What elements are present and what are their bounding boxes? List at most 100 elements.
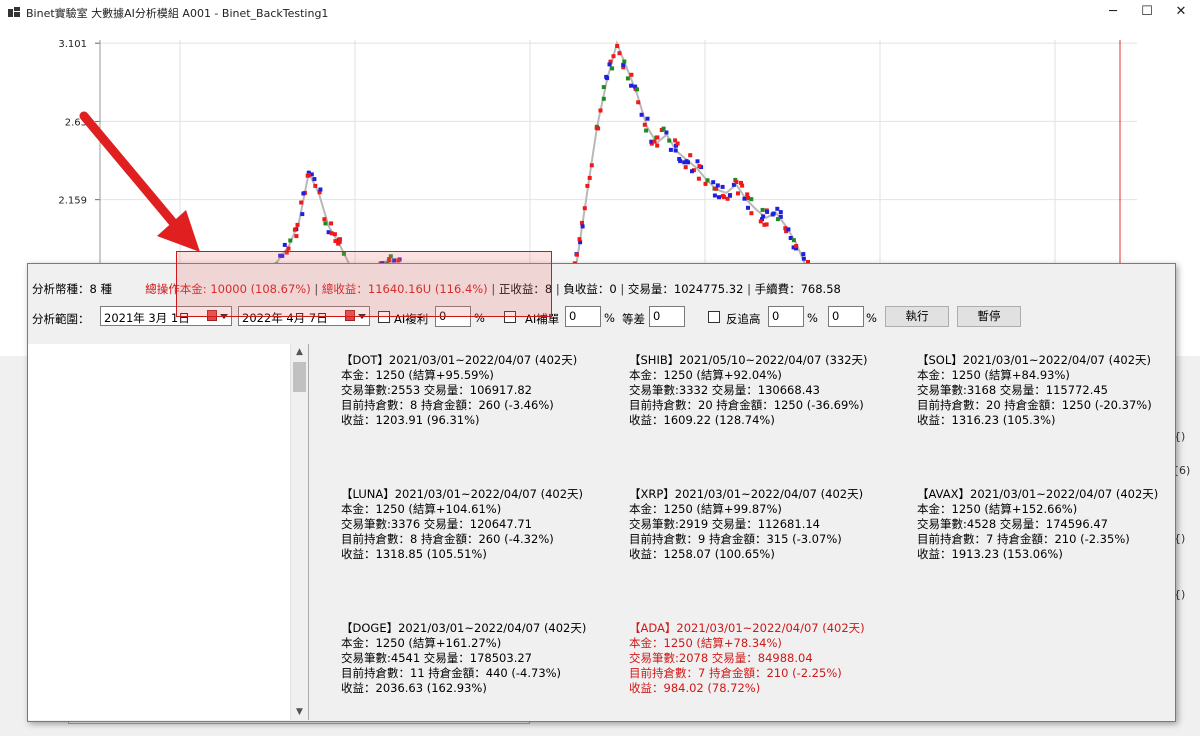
trade-marker xyxy=(667,138,672,143)
card-header: 【DOGE】2021/03/01~2022/04/07 (402天) xyxy=(341,621,587,635)
scroll-down-icon[interactable]: ▼ xyxy=(291,704,308,720)
scroll-up-icon[interactable]: ▲ xyxy=(291,344,308,360)
trade-marker xyxy=(742,196,747,201)
trade-marker xyxy=(690,169,694,174)
pause-button[interactable]: 暫停 xyxy=(957,306,1021,327)
trade-marker xyxy=(639,112,644,117)
coin-list[interactable]: ▲ ▼ xyxy=(28,344,309,720)
card-line: 交易筆數:4528 交易量：174596.47 xyxy=(917,517,1108,531)
scroll-thumb[interactable] xyxy=(293,362,306,392)
card-line: 收益：984.02 (78.72%) xyxy=(629,681,761,695)
trade-marker xyxy=(764,222,769,227)
ai-add-input[interactable]: 0 xyxy=(565,306,601,327)
coin-count: 分析幣種：8 種 xyxy=(32,282,112,296)
card-line: 目前持倉數：8 持倉金額：260 (-3.46%) xyxy=(341,398,554,412)
trade-marker xyxy=(677,157,682,161)
reverse-chase-input-1[interactable]: 0 xyxy=(768,306,804,327)
trade-marker xyxy=(301,191,306,196)
trade-marker xyxy=(770,212,775,217)
card-line: 交易筆數:3332 交易量：130668.43 xyxy=(629,383,820,397)
list-scrollbar[interactable]: ▲ ▼ xyxy=(290,344,308,720)
trade-marker xyxy=(664,130,669,135)
minimize-button[interactable]: ─ xyxy=(1096,0,1130,24)
equal-diff-input[interactable]: 0 xyxy=(649,306,685,327)
trade-marker xyxy=(661,126,666,131)
trade-marker xyxy=(622,59,627,64)
card-line: 收益：1316.23 (105.3%) xyxy=(917,413,1056,427)
card-line: 目前持倉數：11 持倉金額：440 (-4.73%) xyxy=(341,666,562,680)
run-button[interactable]: 執行 xyxy=(885,306,949,327)
reverse-chase-input-2[interactable]: 0 xyxy=(828,306,864,327)
card-header: 【SHIB】2021/05/10~2022/04/07 (332天) xyxy=(629,353,868,367)
card-header: 【AVAX】2021/03/01~2022/04/07 (402天) xyxy=(917,487,1159,501)
result-card-doge: 【DOGE】2021/03/01~2022/04/07 (402天) 本金：12… xyxy=(341,621,586,696)
trade-marker xyxy=(761,214,766,219)
result-card-luna: 【LUNA】2021/03/01~2022/04/07 (402天) 本金：12… xyxy=(341,487,583,562)
result-card-shib: 【SHIB】2021/05/10~2022/04/07 (332天) 本金：12… xyxy=(629,353,868,428)
card-line: 收益：2036.63 (162.93%) xyxy=(341,681,487,695)
trade-marker xyxy=(306,173,311,178)
trade-marker xyxy=(582,206,587,211)
trade-marker xyxy=(337,239,342,244)
reverse-chase-label: 反追高 xyxy=(726,312,761,326)
trade-marker xyxy=(652,139,657,144)
trade-marker xyxy=(587,175,592,180)
result-card-ada: 【ADA】2021/03/01~2022/04/07 (402天) 本金：125… xyxy=(629,621,865,696)
trade-marker xyxy=(596,126,601,131)
trade-marker xyxy=(610,66,615,71)
y-tick-label: 2.159 xyxy=(58,196,87,207)
trade-marker xyxy=(668,147,673,152)
trade-marker xyxy=(322,217,327,222)
trade-marker xyxy=(601,85,606,90)
trade-marker xyxy=(617,51,622,56)
trade-marker xyxy=(746,205,750,210)
trade-marker xyxy=(295,222,300,227)
trade-marker xyxy=(313,183,318,188)
result-card-avax: 【AVAX】2021/03/01~2022/04/07 (402天) 本金：12… xyxy=(917,487,1158,562)
trade-marker xyxy=(611,54,616,59)
trade-marker xyxy=(734,180,739,184)
trade-marker xyxy=(574,252,579,257)
trade-marker xyxy=(695,159,700,164)
y-tick-label: 2.63 xyxy=(65,117,87,128)
trade-marker xyxy=(715,183,720,188)
trade-marker xyxy=(765,209,770,214)
reverse-chase-checkbox[interactable] xyxy=(708,311,720,323)
trade-marker xyxy=(635,87,639,92)
trade-marker xyxy=(794,244,799,248)
card-line: 目前持倉數：8 持倉金額：260 (-4.32%) xyxy=(341,532,554,546)
trade-marker xyxy=(323,221,328,226)
trade-marker xyxy=(607,62,612,67)
card-line: 本金：1250 (結算+78.34%) xyxy=(629,636,782,650)
y-tick-label: 3.101 xyxy=(58,39,87,50)
trade-marker xyxy=(791,238,796,243)
trade-marker xyxy=(760,207,765,212)
result-card-xrp: 【XRP】2021/03/01~2022/04/07 (402天) 本金：125… xyxy=(629,487,863,562)
trade-marker xyxy=(299,200,304,205)
trade-marker xyxy=(332,232,337,237)
trade-marker xyxy=(722,195,726,200)
card-line: 目前持倉數：20 持倉金額：1250 (-36.69%) xyxy=(629,398,864,412)
trade-marker xyxy=(725,196,730,201)
card-line: 本金：1250 (結算+92.04%) xyxy=(629,368,782,382)
card-line: 收益：1318.85 (105.51%) xyxy=(341,547,487,561)
trade-marker xyxy=(288,238,293,243)
trade-marker xyxy=(645,116,650,121)
trade-marker xyxy=(720,184,725,189)
trade-marker xyxy=(673,148,678,153)
highlight-box xyxy=(176,251,552,317)
results-dialog: 分析幣種：8 種 總操作本金: 10000 (108.67%) | 總收益：11… xyxy=(27,263,1176,722)
card-line: 交易筆數:2078 交易量：84988.04 xyxy=(629,651,813,665)
trade-marker xyxy=(644,128,649,133)
card-line: 目前持倉數：7 持倉金額：210 (-2.35%) xyxy=(917,532,1130,546)
card-header: 【ADA】2021/03/01~2022/04/07 (402天) xyxy=(629,621,865,635)
maximize-button[interactable]: ☐ xyxy=(1130,0,1164,24)
card-line: 目前持倉數：7 持倉金額：210 (-2.25%) xyxy=(629,666,842,680)
trade-marker xyxy=(786,227,791,232)
trade-marker xyxy=(696,176,701,181)
trade-marker xyxy=(675,141,680,146)
trade-marker xyxy=(605,76,610,81)
fee-total: 手續費：768.58 xyxy=(754,282,841,296)
percent-label: % xyxy=(866,311,877,325)
close-button[interactable]: ✕ xyxy=(1164,0,1198,24)
